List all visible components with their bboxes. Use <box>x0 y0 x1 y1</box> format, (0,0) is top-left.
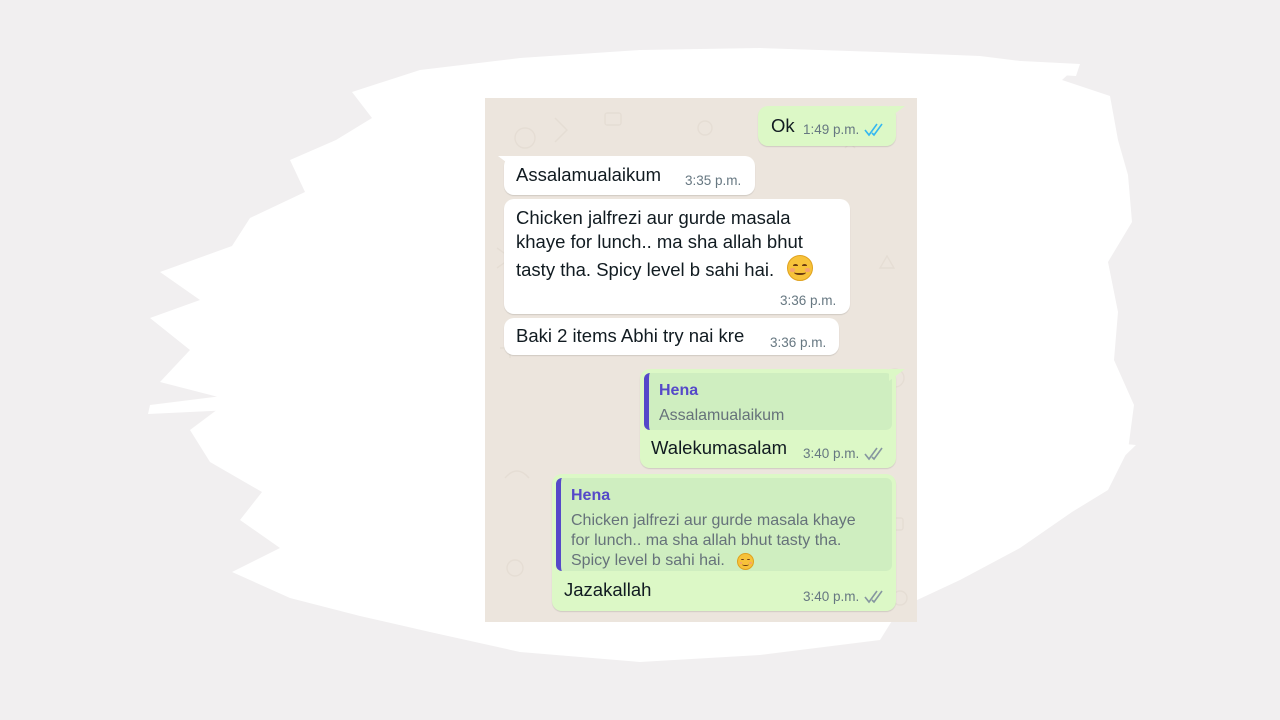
double-check-icon <box>864 447 883 460</box>
message-meta: 3:40 p.m. <box>803 446 886 461</box>
message-incoming[interactable]: Assalamualaikum 3:35 p.m. <box>504 156 755 195</box>
message-meta: 1:49 p.m. <box>803 122 886 137</box>
message-text-line: tasty tha. Spicy level b sahi hai. <box>516 259 775 280</box>
message-time: 3:36 p.m. <box>780 293 837 308</box>
message-outgoing[interactable]: Ok 1:49 p.m. <box>758 106 896 146</box>
quoted-text: Assalamualaikum <box>659 407 785 424</box>
bubble-tail <box>889 369 905 381</box>
message-text-line: khaye for lunch.. ma sha allah bhut <box>516 231 803 252</box>
smiling-face-icon <box>787 255 813 281</box>
message-text-line: Chicken jalfrezi aur gurde masala <box>516 207 791 228</box>
double-check-read-icon <box>864 123 883 136</box>
quoted-sender-name: Hena <box>659 382 699 399</box>
message-time: 1:49 p.m. <box>803 122 860 137</box>
smiling-face-icon <box>737 553 754 570</box>
message-time: 3:40 p.m. <box>803 589 860 604</box>
message-time: 3:40 p.m. <box>803 446 860 461</box>
message-text: Jazakallah <box>564 579 652 600</box>
message-incoming[interactable]: Chicken jalfrezi aur gurde masala khaye … <box>504 199 850 314</box>
message-meta: 3:40 p.m. <box>803 589 886 604</box>
quoted-sender-name: Hena <box>571 487 611 504</box>
quoted-message[interactable]: Hena Chicken jalfrezi aur gurde masala k… <box>556 478 892 571</box>
double-check-icon <box>864 590 883 603</box>
quoted-text-line: Chicken jalfrezi aur gurde masala khaye <box>571 512 856 529</box>
chat-panel[interactable]: Ok 1:49 p.m. Assalamualaikum 3:35 p.m. C… <box>485 98 917 622</box>
message-time: 3:36 p.m. <box>770 335 827 350</box>
message-outgoing-reply[interactable]: Hena Chicken jalfrezi aur gurde masala k… <box>552 474 896 611</box>
quoted-text-line: for lunch.. ma sha allah bhut tasty tha. <box>571 532 842 549</box>
bubble-tail <box>889 106 905 118</box>
message-text: Baki 2 items Abhi try nai kre <box>516 325 745 346</box>
message-text: Assalamualaikum <box>516 164 661 185</box>
quoted-message[interactable]: Hena Assalamualaikum <box>644 373 892 430</box>
message-text: Walekumasalam <box>651 437 788 458</box>
message-time: 3:35 p.m. <box>685 173 742 188</box>
message-incoming[interactable]: Baki 2 items Abhi try nai kre 3:36 p.m. <box>504 318 839 355</box>
message-text: Ok <box>771 115 795 136</box>
message-outgoing-reply[interactable]: Hena Assalamualaikum Walekumasalam 3:40 … <box>640 369 896 468</box>
quoted-text-line: Spicy level b sahi hai. <box>571 552 725 569</box>
